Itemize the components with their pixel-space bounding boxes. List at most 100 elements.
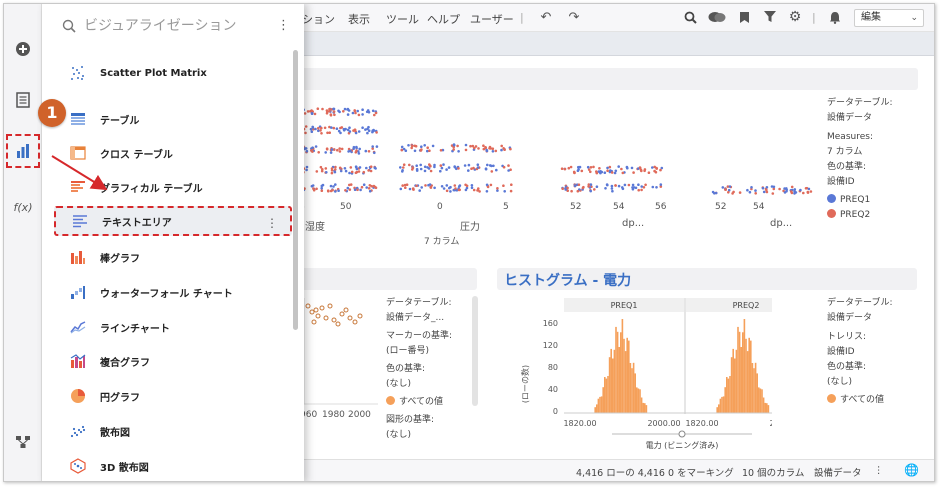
viz-item-bar-chart[interactable]: 棒グラフ xyxy=(54,242,292,272)
histogram-bar xyxy=(634,373,636,413)
menu-help[interactable]: ヘルプ xyxy=(427,11,460,27)
matrix-point xyxy=(358,166,362,169)
mode-select[interactable]: 編集 ⌄ xyxy=(854,9,924,27)
matrix-point xyxy=(433,186,436,190)
legend-value[interactable]: 設備ID xyxy=(827,175,893,190)
matrix-point xyxy=(319,129,322,132)
viz-item-combination-chart[interactable]: 複合グラフ xyxy=(54,346,292,376)
viz-item-scatter-plot[interactable]: 散布図 xyxy=(54,416,292,446)
status-marking[interactable]: 0 をマーキング xyxy=(668,465,734,479)
legend-entry-all[interactable]: すべての値 xyxy=(386,395,472,410)
legend-value[interactable]: 設備データ xyxy=(827,311,893,326)
viz-item-label: 円グラフ xyxy=(100,392,140,404)
viz-item-waterfall[interactable]: ウォーターフォール チャート xyxy=(54,277,292,307)
histogram-bar xyxy=(608,357,611,413)
legend-value[interactable]: (なし) xyxy=(386,377,472,392)
matrix-point xyxy=(350,170,354,174)
settings-button[interactable]: ⚙ xyxy=(787,9,803,25)
matrix-sub-label: 7 カラム xyxy=(424,237,460,247)
legend-entry-preq1[interactable]: PREQ1 xyxy=(827,193,893,208)
matrix-point xyxy=(343,167,347,170)
visualization-types-button[interactable] xyxy=(6,134,40,168)
viz-item-3d-scatter[interactable]: 3D 散布図 xyxy=(54,451,292,481)
legend-value[interactable]: (なし) xyxy=(827,375,893,390)
viz-item-table[interactable]: テーブル xyxy=(54,104,292,134)
matrix-point xyxy=(321,168,324,171)
flyout-scrollbar[interactable] xyxy=(293,50,298,330)
search-button[interactable] xyxy=(682,9,698,25)
viz-item-line-chart[interactable]: ラインチャート xyxy=(54,312,292,342)
menu-view[interactable]: 表示 xyxy=(348,11,370,27)
matrix-point xyxy=(573,171,576,175)
filters-button[interactable] xyxy=(762,9,778,25)
matrix-point xyxy=(354,131,358,135)
matrix-point xyxy=(320,126,323,130)
histogram-bar xyxy=(594,407,596,413)
matrix-point xyxy=(426,166,429,169)
notifications-button[interactable] xyxy=(827,9,843,25)
status-more-icon[interactable]: ⋮ xyxy=(874,465,884,476)
legend-value[interactable]: (なし) xyxy=(386,428,472,441)
legend-entry-all[interactable]: すべての値 xyxy=(827,393,893,408)
add-data-button[interactable] xyxy=(10,36,36,62)
matrix-point xyxy=(659,183,663,186)
legend-value[interactable]: 7 カラム xyxy=(827,145,893,160)
legend-label: データテーブル: xyxy=(827,98,893,108)
chevron-down-icon: ⌄ xyxy=(910,13,918,23)
matrix-point xyxy=(765,186,769,189)
matrix-point xyxy=(711,190,715,194)
redo-icon: ↷ xyxy=(568,9,580,25)
viz-item-cross-table[interactable]: クロス テーブル xyxy=(54,138,292,168)
viz-item-graphical-table[interactable]: グラフィカル テーブル xyxy=(54,172,292,202)
matrix-point xyxy=(750,186,753,189)
flyout-more-icon[interactable]: ⋮ xyxy=(277,18,290,33)
comments-button[interactable] xyxy=(707,9,727,25)
status-table[interactable]: 設備データ xyxy=(814,465,862,479)
x-tick: 2000.00 xyxy=(769,419,772,428)
legend-entry-preq2[interactable]: PREQ2 xyxy=(827,208,893,223)
histogram-bar xyxy=(621,319,624,413)
globe-icon[interactable]: 🌐 xyxy=(904,463,919,477)
matrix-point xyxy=(595,171,599,175)
matrix-point xyxy=(348,171,351,175)
data-canvas-button[interactable] xyxy=(10,429,36,455)
redo-button[interactable]: ↷ xyxy=(566,9,582,25)
matrix-point xyxy=(456,144,459,148)
viz-item-scatter-matrix[interactable]: Scatter Plot Matrix xyxy=(54,58,292,88)
matrix-point xyxy=(338,147,341,150)
y-tick: 0 xyxy=(553,407,558,416)
matrix-point xyxy=(748,190,752,194)
matrix-point xyxy=(464,143,468,147)
matrix-point xyxy=(410,144,414,148)
menu-user[interactable]: ユーザー xyxy=(470,11,514,27)
legend-scrollbar[interactable] xyxy=(472,296,478,406)
matrix-point xyxy=(610,171,614,174)
trellis-label: PREQ2 xyxy=(733,301,760,310)
matrix-point xyxy=(467,169,470,172)
line-chart-icon xyxy=(66,315,90,339)
data-panel-button[interactable] xyxy=(10,87,36,113)
menu-tools[interactable]: ツール xyxy=(386,11,419,27)
visualization-search-input[interactable] xyxy=(84,16,274,36)
expression-button[interactable]: f(x) xyxy=(10,194,36,220)
menu-item[interactable]: ション xyxy=(302,11,335,27)
legend-value[interactable]: (ロー番号) xyxy=(386,344,472,359)
item-more-icon[interactable]: ⋮ xyxy=(266,216,278,230)
matrix-point xyxy=(321,107,324,111)
histogram-bar xyxy=(737,326,739,413)
bookmarks-button[interactable] xyxy=(736,9,752,25)
matrix-point xyxy=(369,165,373,168)
matrix-point xyxy=(630,166,634,170)
matrix-point xyxy=(334,190,337,193)
histogram-bar xyxy=(754,362,757,413)
x-axis-slider-handle[interactable] xyxy=(678,430,686,438)
histogram-bar xyxy=(766,403,768,413)
panel-header-matrix[interactable] xyxy=(262,68,918,90)
undo-button[interactable]: ↶ xyxy=(538,9,554,25)
scatter-point xyxy=(352,319,358,325)
legend-value[interactable]: 設備データ_... xyxy=(386,311,472,326)
viz-item-text-area[interactable]: テキストエリア ⋮ xyxy=(54,206,292,236)
legend-value[interactable]: 設備データ xyxy=(827,111,893,126)
viz-item-pie-chart[interactable]: 円グラフ xyxy=(54,381,292,411)
legend-value[interactable]: 設備ID xyxy=(827,345,893,360)
